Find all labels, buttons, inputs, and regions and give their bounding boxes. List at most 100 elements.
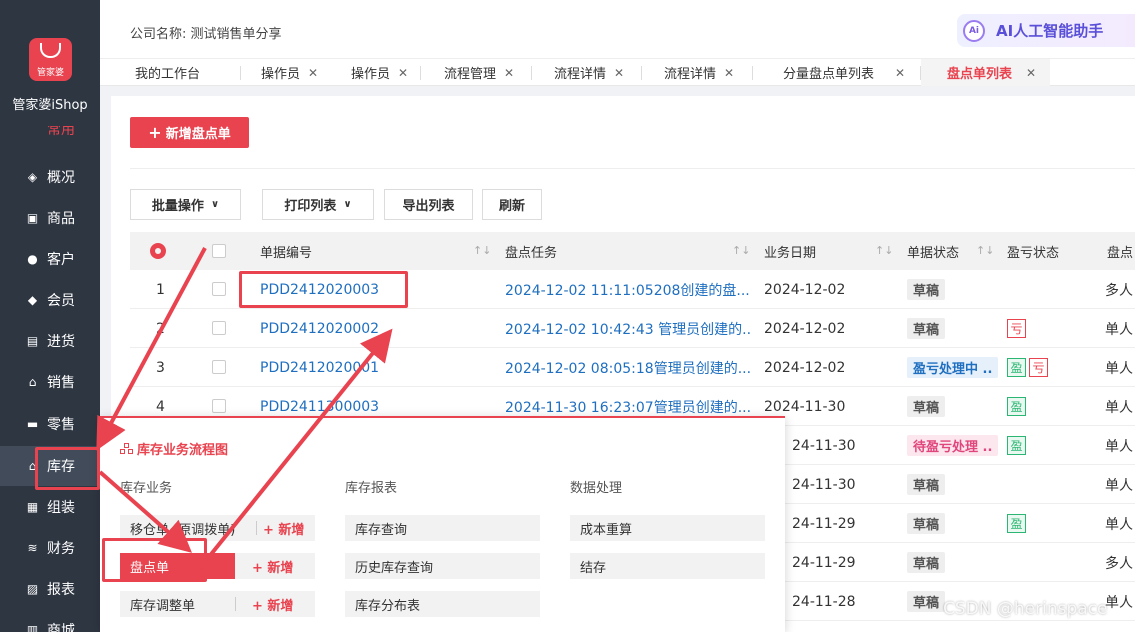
sort-icon[interactable]: ↑↓ [732,244,750,257]
company-name: 公司名称: 测试销售单分享 [130,27,282,42]
column-header-date[interactable]: 业务日期 [764,232,816,270]
tab-partial-stocktake-list[interactable]: 分量盘点单列表 ✕ [783,59,905,86]
sidebar-item-mall[interactable]: ▥ 商城 [0,610,100,632]
business-date: 2024-12-02 [764,320,846,337]
add-stocktake-link[interactable]: + 新增 [235,553,315,579]
new-stocktake-button[interactable]: + 新增盘点单 [130,117,249,148]
menu-item-inventory-query[interactable]: 库存查询 [345,515,540,541]
assembly-icon: ▦ [26,500,39,514]
sidebar-item-goods[interactable]: ▣ 商品 [0,198,100,238]
sidebar-item-sales[interactable]: ⌂ 销售 [0,362,100,402]
status-badge: 待盈亏处理 .. [907,435,999,456]
add-adjustment-link[interactable]: + 新增 [252,595,293,614]
panel-title[interactable]: 库存业务流程图 [120,439,228,458]
row-checkbox[interactable] [212,360,226,374]
row-checkbox[interactable] [212,321,226,335]
sort-icon[interactable]: ↑↓ [976,244,994,257]
chevron-down-icon: ∨ [210,199,220,210]
sidebar-item-report[interactable]: ▨ 报表 [0,569,100,609]
highlight-box-stocktake-item [102,538,207,582]
column-header-status[interactable]: 单据状态 [907,232,959,270]
print-list-button[interactable]: 打印列表 ∨ [262,189,374,220]
column-header-number[interactable]: 单据编号 [260,232,312,270]
menu-item-closing[interactable]: 结存 [570,553,765,579]
status-badge: 草稿 [907,318,946,339]
task-link[interactable]: 2024-12-02 08:05:18管理员创建的... [505,348,750,387]
settings-icon[interactable] [150,243,166,259]
gain-tag: 盈 [1007,514,1026,533]
table-row[interactable]: 3 PDD2412020001 2024-12-02 08:05:18管理员创建… [130,348,1135,387]
batch-action-button[interactable]: 批量操作 ∨ [130,189,241,220]
task-link[interactable]: 2024-12-02 11:11:05208创建的盘... [505,270,750,309]
select-all-checkbox[interactable] [212,244,226,258]
column-header-task[interactable]: 盘点任务 [505,232,557,270]
tab-stocktake-list[interactable]: 盘点单列表 ✕ [921,59,1050,86]
tab-separator [531,66,532,80]
status-badge: 草稿 [907,513,946,534]
sidebar-item-assembly[interactable]: ▦ 组装 [0,487,100,527]
close-icon[interactable]: ✕ [1026,66,1036,80]
tab-operator-1[interactable]: 操作员 ✕ [261,59,318,86]
menu-item-adjustment[interactable]: 库存调整单 + 新增 [120,591,315,617]
tab-flow-detail-1[interactable]: 流程详情 ✕ [554,59,624,86]
order-number-link[interactable]: PDD2412020002 [260,309,379,348]
logo-brand: 管家婆 [36,68,64,78]
sidebar-item-finance[interactable]: ≋ 财务 [0,528,100,568]
business-date: 24-11-29 [792,554,856,571]
close-icon[interactable]: ✕ [504,66,514,80]
close-icon[interactable]: ✕ [724,66,734,80]
close-icon[interactable]: ✕ [895,66,905,80]
divider [235,597,236,611]
status-badge: 草稿 [907,552,946,573]
stocktake-mode: 单人 [1105,477,1133,494]
tab-flow-manage[interactable]: 流程管理 ✕ [444,59,514,86]
status-badge: 盈亏处理中 .. [907,357,999,378]
app-name: 管家婆iShop [12,98,88,113]
column-header-profit-status[interactable]: 盈亏状态 [1007,232,1059,270]
app-logo: 管家婆 [29,38,72,81]
close-icon[interactable]: ✕ [398,66,408,80]
gain-tag: 盈 [1007,358,1026,377]
business-date: 24-11-28 [792,593,856,610]
top-bar: 公司名称: 测试销售单分享 Ai AI人工智能助手 [100,0,1135,58]
row-checkbox[interactable] [212,399,226,413]
menu-item-history-inventory[interactable]: 历史库存查询 [345,553,540,579]
business-date: 2024-12-02 [764,359,846,376]
sidebar-item-member[interactable]: ◆ 会员 [0,280,100,320]
business-date: 24-11-30 [792,437,856,454]
tab-separator [752,66,753,80]
tab-flow-detail-2[interactable]: 流程详情 ✕ [664,59,734,86]
box-icon: ▣ [26,211,39,225]
stocktake-mode: 单人 [1105,438,1133,455]
divider [130,168,1135,169]
task-link[interactable]: 2024-12-02 10:42:43 管理员创建的... [505,309,750,348]
column-header-stocktake[interactable]: 盘点 [1107,232,1133,270]
ai-assistant-button[interactable]: Ai AI人工智能助手 [957,14,1135,47]
sidebar-item-customer[interactable]: ● 客户 [0,239,100,279]
add-transfer-link[interactable]: + 新增 [263,519,304,538]
table-row[interactable]: 2 PDD2412020002 2024-12-02 10:42:43 管理员创… [130,309,1135,348]
sort-icon[interactable]: ↑↓ [473,244,491,257]
cart-icon: ▤ [26,334,39,348]
tab-operator-2[interactable]: 操作员 ✕ [351,59,408,86]
close-icon[interactable]: ✕ [614,66,624,80]
close-icon[interactable]: ✕ [308,66,318,80]
shop-icon: ⌂ [28,375,37,389]
diamond-icon: ◆ [27,293,38,307]
sidebar-item-partial[interactable]: 常用 [0,126,100,146]
tab-workbench[interactable]: 我的工作台 [135,59,200,86]
menu-item-cost-recalc[interactable]: 成本重算 [570,515,765,541]
ai-assistant-label: AI人工智能助手 [996,22,1104,40]
status-badge: 草稿 [907,591,946,612]
sort-icon[interactable]: ↑↓ [875,244,893,257]
sidebar-item-retail[interactable]: ▬ 零售 [0,404,100,444]
export-list-button[interactable]: 导出列表 [384,189,473,220]
order-number-link[interactable]: PDD2412020001 [260,348,379,387]
status-badge: 草稿 [907,396,946,417]
sidebar-item-overview[interactable]: ◈ 概况 [0,157,100,197]
menu-item-inventory-distribution[interactable]: 库存分布表 [345,591,540,617]
stocktake-mode: 单人 [1105,516,1133,533]
row-checkbox[interactable] [212,282,226,296]
sidebar-item-purchase[interactable]: ▤ 进货 [0,321,100,361]
refresh-button[interactable]: 刷新 [482,189,542,220]
